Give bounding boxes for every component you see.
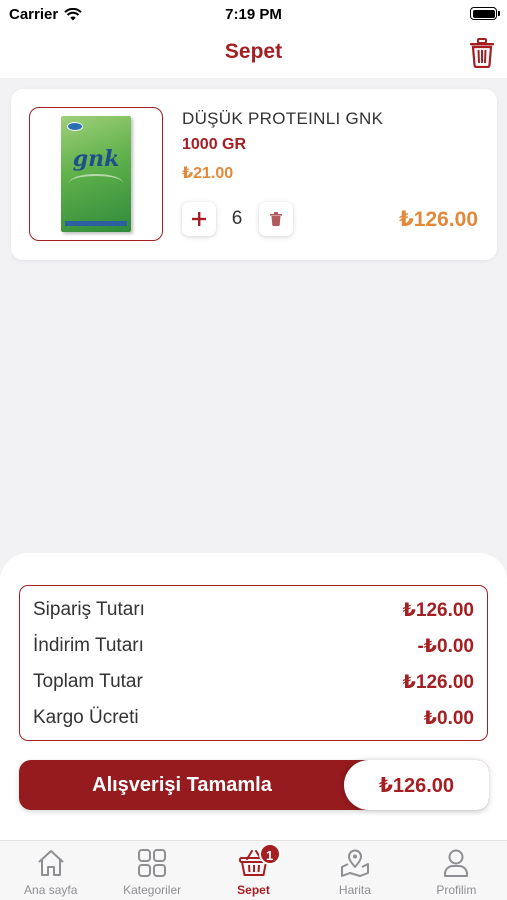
page-title: Sepet — [224, 40, 283, 63]
checkout-amount: ₺126.00 — [344, 760, 489, 810]
tab-label: Profilim — [436, 883, 477, 897]
remove-item-button[interactable] — [259, 202, 293, 236]
trash-icon — [270, 212, 282, 226]
product-weight: 1000 GR — [182, 136, 247, 153]
increase-quantity-button[interactable] — [182, 202, 216, 236]
tab-label: Sepet — [237, 883, 270, 897]
product-image[interactable]: gnk — [29, 107, 163, 241]
item-total-price: ₺126.00 — [399, 208, 478, 231]
status-bar: Carrier 7:19 PM — [0, 0, 507, 30]
summary-label: Kargo Ücreti — [33, 707, 139, 728]
product-name: DÜŞÜK PROTEINLI GNK — [182, 109, 384, 128]
checkout-label: Alışverişi Tamamla — [92, 774, 272, 796]
product-box-picture: gnk — [61, 116, 131, 232]
summary-row-total: Toplam Tutar ₺126.00 — [33, 664, 474, 700]
quantity-value: 6 — [231, 208, 243, 229]
clock: 7:19 PM — [225, 6, 282, 23]
checkout-button[interactable]: Alışverişi Tamamla ₺126.00 — [19, 760, 489, 810]
product-unit-price: ₺21.00 — [182, 165, 234, 182]
order-summary-box: Sipariş Tutarı ₺126.00 İndirim Tutarı -₺… — [19, 585, 488, 741]
plus-icon — [192, 212, 206, 226]
tab-bar: Ana sayfa Kategoriler 1 Sepet Harita Pro… — [0, 840, 507, 900]
home-icon — [38, 850, 64, 876]
nav-header: Sepet — [0, 30, 507, 78]
tab-label: Harita — [338, 883, 371, 897]
product-brand-text: gnk — [72, 146, 120, 172]
tab-label: Ana sayfa — [24, 883, 78, 897]
cart-item-card: gnk DÜŞÜK PROTEINLI GNK 1000 GR ₺21.00 6… — [11, 89, 497, 260]
brand-logo — [67, 122, 83, 131]
summary-value: ₺126.00 — [402, 671, 474, 693]
summary-value: -₺0.00 — [417, 635, 474, 657]
tab-categories[interactable]: Kategoriler — [101, 841, 202, 900]
summary-row-shipping: Kargo Ücreti ₺0.00 — [33, 700, 474, 736]
tab-map[interactable]: Harita — [304, 841, 405, 900]
summary-label: İndirim Tutarı — [33, 635, 144, 656]
summary-label: Sipariş Tutarı — [33, 599, 145, 620]
map-icon — [340, 849, 369, 877]
tab-label: Kategoriler — [123, 883, 182, 897]
user-icon — [444, 849, 469, 877]
summary-value: ₺0.00 — [423, 707, 474, 729]
battery-icon — [470, 7, 500, 20]
tab-cart[interactable]: 1 Sepet — [203, 841, 304, 900]
summary-row-order-amount: Sipariş Tutarı ₺126.00 — [33, 592, 474, 628]
summary-label: Toplam Tutar — [33, 671, 143, 692]
cart-count-badge: 1 — [258, 843, 281, 865]
tab-profile[interactable]: Profilim — [406, 841, 507, 900]
grid-icon — [138, 849, 167, 877]
tab-home[interactable]: Ana sayfa — [0, 841, 101, 900]
summary-value: ₺126.00 — [402, 599, 474, 621]
summary-row-discount: İndirim Tutarı -₺0.00 — [33, 628, 474, 664]
clear-cart-trash-icon[interactable] — [469, 38, 495, 68]
